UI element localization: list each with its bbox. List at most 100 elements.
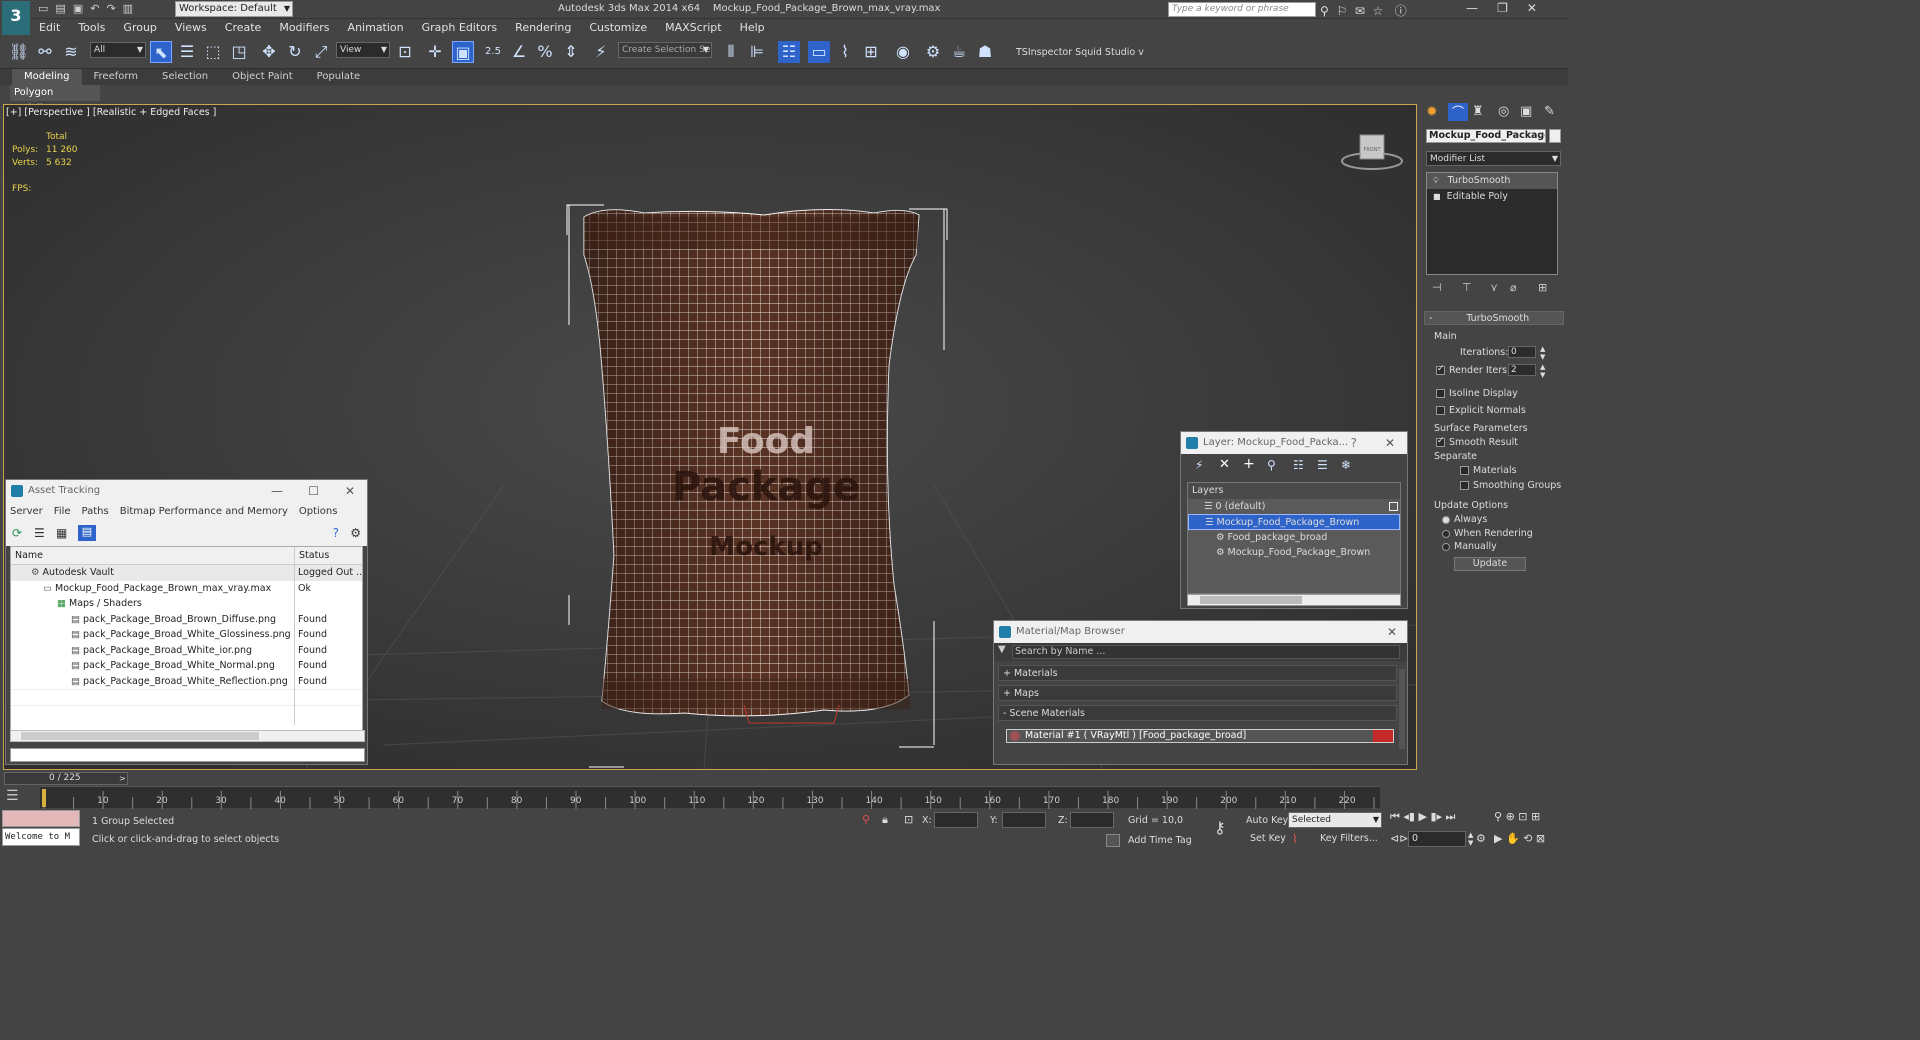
schematic-view-icon[interactable]: ⊞	[860, 41, 882, 63]
layer-item[interactable]: ⚙ Mockup_Food_Package_Brown	[1188, 545, 1400, 561]
restore-icon[interactable]: ❐	[1497, 1, 1508, 15]
auto-key-button[interactable]: Auto Key	[1246, 815, 1288, 826]
window-crossing-icon[interactable]: ◳	[228, 41, 250, 63]
object-name-field[interactable]: Mockup_Food_Package_	[1426, 129, 1546, 143]
time-tag-icon[interactable]	[1106, 834, 1120, 847]
key-mode-dropdown[interactable]: Selected ▼	[1288, 812, 1382, 828]
refresh-icon[interactable]: ⟳	[12, 526, 22, 540]
save-icon[interactable]: ▣	[73, 2, 83, 15]
display-tab-icon[interactable]: ▣	[1520, 104, 1532, 119]
set-key-button[interactable]: Set Key	[1250, 833, 1286, 844]
next-frame-icon[interactable]: ▮▸	[1430, 810, 1442, 823]
move-icon[interactable]: ✥	[258, 41, 280, 63]
select-object-icon[interactable]: ⬉	[150, 41, 172, 63]
asset-menu-server[interactable]: Server	[10, 506, 43, 517]
play-icon[interactable]: ▶	[1418, 810, 1426, 823]
new-icon[interactable]: ▭	[38, 2, 48, 15]
absolute-mode-icon[interactable]: ⊡	[904, 813, 913, 826]
hide-all-icon[interactable]: ☰	[1317, 458, 1328, 472]
menu-help[interactable]: Help	[731, 19, 774, 37]
asset-menu-paths[interactable]: Paths	[82, 506, 109, 517]
stack-item-turbosmooth[interactable]: 💡︎ TurboSmooth	[1427, 173, 1557, 189]
ribbon-tab-selection[interactable]: Selection	[150, 69, 220, 85]
help-icon[interactable]: ?	[1351, 432, 1357, 454]
maximize-viewport-icon[interactable]: ⊠	[1536, 832, 1545, 845]
modifier-list-dropdown[interactable]: Modifier List ▼	[1426, 151, 1561, 166]
asset-tracking-title-bar[interactable]: Asset Tracking — ☐ ✕	[6, 480, 367, 502]
zoom-extents-icon[interactable]: ⊡	[1518, 810, 1527, 823]
x-coordinate-field[interactable]	[934, 812, 978, 828]
asset-path-field[interactable]	[10, 748, 365, 762]
previous-frame-icon[interactable]: ◂▮	[1403, 810, 1415, 823]
maxscript-mini-listener[interactable]	[2, 810, 80, 827]
rotate-icon[interactable]: ↻	[284, 41, 306, 63]
scrollbar-thumb[interactable]	[1200, 596, 1302, 604]
close-icon[interactable]: ✕	[345, 480, 355, 502]
edit-named-selection-icon[interactable]: ⚡	[590, 41, 612, 63]
close-icon[interactable]: ✕	[1387, 621, 1397, 643]
redo-icon[interactable]: ↷	[106, 2, 115, 15]
asset-menu-file[interactable]: File	[54, 506, 71, 517]
iterations-spinner[interactable]: 0	[1508, 346, 1536, 358]
material-vertical-scrollbar[interactable]	[1399, 669, 1405, 749]
freeze-all-icon[interactable]: ❄	[1341, 458, 1351, 472]
z-coordinate-field[interactable]	[1070, 812, 1114, 828]
maxscript-listener-field[interactable]: Welcome to M	[2, 828, 80, 846]
delete-layer-icon[interactable]: ✕	[1219, 457, 1230, 472]
percent-snap-icon[interactable]: %	[534, 41, 556, 63]
layer-item[interactable]: ⚙ Food_package_broad	[1188, 530, 1400, 546]
update-when-rendering-radio[interactable]: When Rendering	[1442, 528, 1533, 539]
menu-modifiers[interactable]: Modifiers	[270, 19, 338, 37]
zoom-extents-all-icon[interactable]: ⊞	[1531, 810, 1540, 823]
named-selection-dropdown[interactable]: Create Selection Se ▼	[618, 42, 712, 58]
zoom-icon[interactable]: ⚲	[1494, 810, 1502, 823]
thumbnail-view-icon[interactable]: ▦	[56, 526, 67, 540]
pivot-center-icon[interactable]: ⊡	[394, 41, 416, 63]
create-tab-icon[interactable]: ✹	[1426, 104, 1438, 120]
current-frame-field[interactable]: 0	[1408, 831, 1466, 847]
render-iters-checkbox[interactable]: Render Iters:	[1436, 364, 1510, 376]
hierarchy-tab-icon[interactable]: ♜	[1472, 104, 1484, 119]
close-icon[interactable]: ✕	[1385, 432, 1395, 454]
key-mode-toggle-icon[interactable]: ⊲⊳	[1390, 832, 1408, 845]
lightbulb-icon[interactable]: 💡︎	[1433, 176, 1439, 185]
bind-space-warp-icon[interactable]: ≋	[60, 41, 82, 63]
ribbon-toggle-icon[interactable]: ▭	[808, 41, 830, 63]
separate-materials-checkbox[interactable]: Materials	[1460, 465, 1517, 476]
search-input[interactable]: Type a keyword or phrase	[1168, 2, 1316, 17]
menu-create[interactable]: Create	[216, 19, 271, 37]
selection-filter-dropdown[interactable]: All ▼	[90, 42, 146, 58]
minimize-icon[interactable]: —	[1466, 1, 1478, 15]
scrollbar-thumb[interactable]	[21, 732, 259, 740]
render-setup-icon[interactable]: ⚙	[922, 41, 944, 63]
menu-customize[interactable]: Customize	[580, 19, 656, 37]
show-end-result-icon[interactable]: ⊤	[1462, 281, 1472, 294]
maximize-icon[interactable]: ☐	[308, 480, 319, 502]
menu-maxscript[interactable]: MAXScript	[656, 19, 730, 37]
hold-icon[interactable]: ▥	[123, 2, 133, 15]
asset-horizontal-scrollbar[interactable]	[10, 730, 365, 742]
ribbon-tab-freeform[interactable]: Freeform	[82, 69, 151, 85]
binoculars-icon[interactable]: ⚲	[1320, 4, 1329, 18]
status-column-header[interactable]: Status	[294, 547, 329, 564]
menu-animation[interactable]: Animation	[339, 19, 413, 37]
favorites-icon[interactable]: ☆	[1373, 4, 1384, 18]
menu-group[interactable]: Group	[114, 19, 166, 37]
material-editor-icon[interactable]: ◉	[892, 41, 914, 63]
menu-tools[interactable]: Tools	[69, 19, 114, 37]
help-icon[interactable]: ⓘ	[1395, 4, 1407, 18]
menu-edit[interactable]: Edit	[30, 19, 69, 37]
turbosmooth-rollout-title[interactable]: - TurboSmooth	[1424, 311, 1564, 325]
app-logo-icon[interactable]: 3	[2, 1, 30, 35]
curve-editor-icon[interactable]: ⌇	[834, 41, 856, 63]
spinner-arrows-icon[interactable]: ▲ ▼	[1468, 831, 1473, 847]
layer-item[interactable]: ☰ Mockup_Food_Package_Brown✓	[1188, 514, 1400, 530]
menu-graph-editors[interactable]: Graph Editors	[413, 19, 507, 37]
name-column-header[interactable]: Name	[11, 550, 43, 561]
create-layer-icon[interactable]: ⚡	[1195, 458, 1203, 472]
mirror-icon[interactable]: ⫴	[720, 41, 742, 63]
zoom-all-icon[interactable]: ⊕	[1506, 810, 1515, 823]
object-color-swatch[interactable]	[1549, 129, 1561, 143]
communication-icon[interactable]: ✉	[1355, 4, 1365, 18]
key-icon[interactable]: ⚷	[1214, 818, 1226, 837]
